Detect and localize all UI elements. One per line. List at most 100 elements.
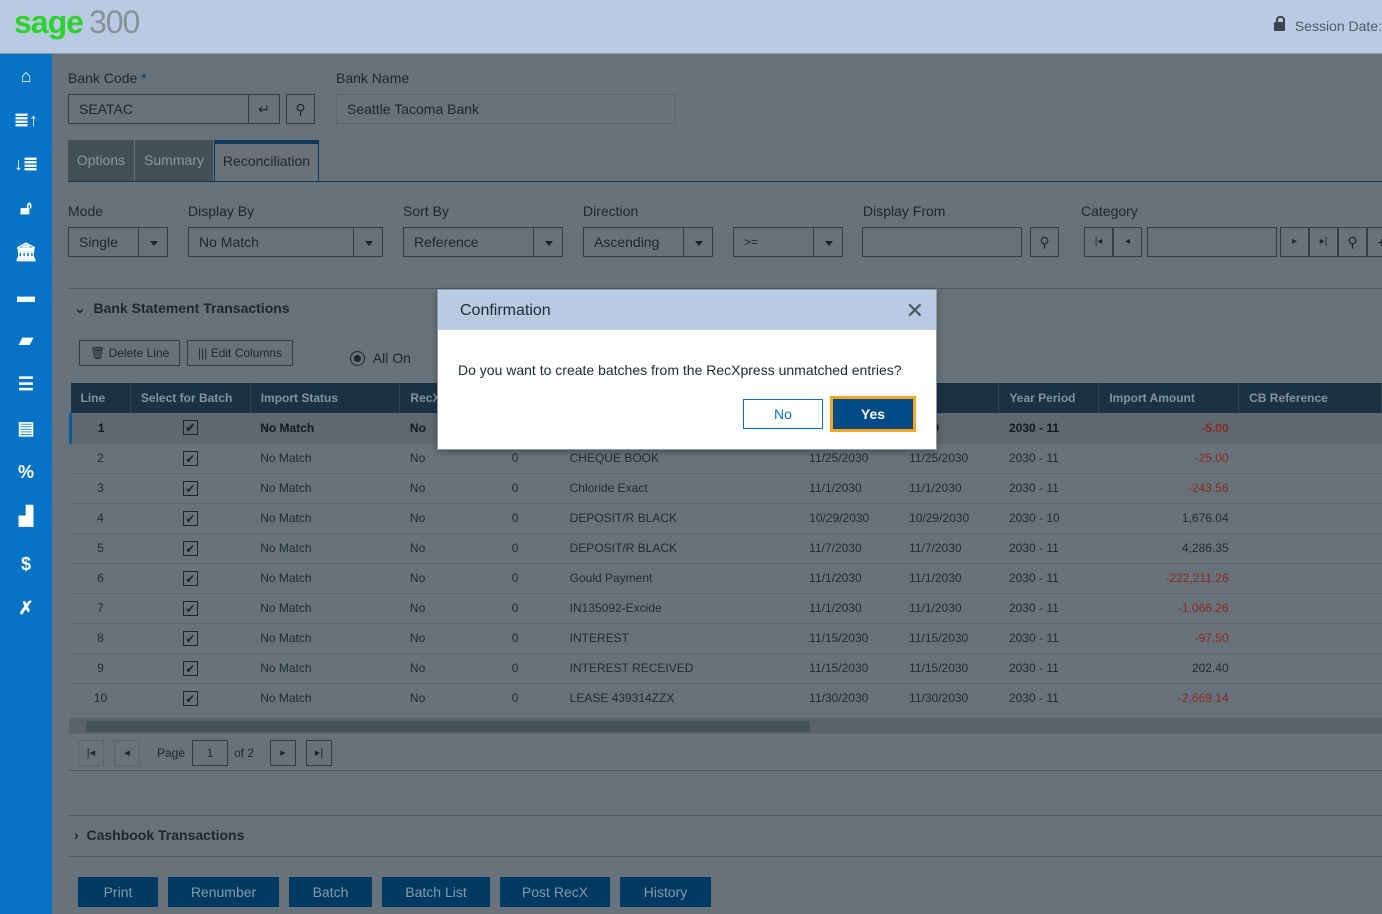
delete-line-button[interactable]: 🗑︎ Delete Line [79, 340, 181, 366]
select-checkbox[interactable]: ✔ [182, 510, 198, 526]
table-cell: No Match [250, 503, 400, 534]
table-cell: 0 [489, 533, 560, 564]
select-checkbox[interactable]: ✔ [182, 420, 198, 436]
edit-columns-button[interactable]: ||| Edit Columns [187, 340, 294, 366]
display-from-input[interactable] [862, 227, 1022, 257]
folder-icon[interactable]: ▰ [0, 318, 52, 362]
percent-icon[interactable]: % [0, 450, 52, 494]
close-icon[interactable]: ✕ [906, 290, 924, 332]
enter-icon[interactable]: ↵ [248, 94, 280, 124]
mode-select[interactable]: Single [68, 227, 168, 257]
search-icon[interactable]: ⚲ [1338, 227, 1367, 257]
table-cell: DEPOSIT/R BLACK [559, 503, 800, 534]
category-input[interactable] [1147, 227, 1277, 257]
select-checkbox[interactable]: ✔ [182, 600, 198, 616]
no-button[interactable]: No [743, 399, 823, 429]
divider [68, 770, 1382, 771]
table-row[interactable]: 7 ✔ No Match No 0 IN135092-Excide 11/1/2030 11/… [70, 593, 1382, 624]
currency-icon[interactable]: $ [0, 542, 52, 586]
select-checkbox[interactable]: ✔ [182, 660, 198, 676]
table-row[interactable]: 8 ✔ No Match No 0 INTEREST 11/15/2030 11/15/203… [70, 623, 1382, 654]
bank-icon[interactable]: 🏛︎ [0, 230, 52, 274]
sort-by-select[interactable]: Reference [403, 227, 563, 257]
table-cell: 10/29/2030 [799, 503, 900, 534]
lock-icon [1273, 16, 1285, 31]
table-cell [1238, 563, 1382, 594]
table-row[interactable]: 3 ✔ No Match No 0 Chloride Exact 11/1/2030 11/1… [70, 473, 1382, 504]
batch-button[interactable]: Batch [289, 877, 372, 907]
next-page-button[interactable]: ▸ [270, 740, 296, 766]
previous-icon[interactable]: ◂ [1113, 227, 1142, 257]
table-row[interactable]: 4 ✔ No Match No 0 DEPOSIT/R BLACK 10/29/2030 10… [70, 503, 1382, 534]
table-cell [1238, 653, 1382, 684]
yes-button[interactable]: Yes [830, 396, 916, 432]
col-select-for-batch[interactable]: Select for Batch [130, 383, 251, 413]
col-import-amount[interactable]: Import Amount [1098, 383, 1240, 413]
post-recx-button[interactable]: Post RecX [500, 877, 610, 907]
first-page-button[interactable]: |◂ [78, 740, 104, 766]
scrollbar-thumb[interactable] [86, 721, 810, 732]
tab-options[interactable]: Options [68, 140, 134, 182]
category-label: Category [1081, 203, 1138, 219]
table-cell: -1,066.26 [1098, 593, 1239, 624]
history-button[interactable]: History [620, 877, 711, 907]
operator-select[interactable]: >= [733, 227, 843, 257]
table-cell: 2 [70, 443, 131, 474]
select-checkbox[interactable]: ✔ [182, 540, 198, 556]
table-cell: 3 [70, 473, 131, 504]
select-checkbox[interactable]: ✔ [182, 570, 198, 586]
table-row[interactable]: 5 ✔ No Match No 0 DEPOSIT/R BLACK 11/7/2030 11/… [70, 533, 1382, 564]
tools-icon[interactable]: ✗ [0, 586, 52, 630]
print-button[interactable]: Print [78, 877, 158, 907]
table-cell: 11/1/2030 [799, 593, 900, 624]
table-cell: No Match [250, 623, 400, 654]
tab-reconciliation[interactable]: Reconciliation [214, 140, 319, 182]
next-icon[interactable]: ▸ [1280, 227, 1309, 257]
import-icon[interactable]: ↓≣ [0, 142, 52, 186]
batch-list-button[interactable]: Batch List [382, 877, 490, 907]
select-checkbox[interactable]: ✔ [182, 480, 198, 496]
lock-icon[interactable]: 🔓︎ [0, 186, 52, 230]
direction-select[interactable]: Ascending [583, 227, 713, 257]
select-checkbox[interactable]: ✔ [182, 690, 198, 706]
tab-summary[interactable]: Summary [135, 140, 213, 182]
last-page-button[interactable]: ▸| [306, 740, 332, 766]
table-cell: ✔ [130, 413, 251, 444]
all-on-radio[interactable]: All On [350, 350, 411, 366]
renumber-button[interactable]: Renumber [168, 877, 279, 907]
sidebar: ⌂ ≣↑ ↓≣ 🔓︎ 🏛︎ ▬ ▰ ☰ ▤ % ▟ $ ✗ [0, 54, 52, 914]
table-cell: 4 [70, 503, 131, 534]
add-icon[interactable]: + [1367, 227, 1382, 257]
table-cell: 2030 - 11 [998, 443, 1099, 474]
prev-page-button[interactable]: ◂ [114, 740, 140, 766]
list-icon[interactable]: ☰ [0, 362, 52, 406]
document-icon[interactable]: ▤ [0, 406, 52, 450]
select-checkbox[interactable]: ✔ [182, 630, 198, 646]
search-icon[interactable]: ⚲ [286, 94, 315, 124]
table-row[interactable]: 9 ✔ No Match No 0 INTEREST RECEIVED 11/15/2030… [70, 653, 1382, 684]
page-input[interactable]: 1 [192, 740, 228, 766]
search-icon[interactable]: ⚲ [1030, 227, 1059, 257]
col-import-status[interactable]: Import Status [250, 383, 401, 413]
table-cell: ✔ [130, 473, 251, 504]
col-line[interactable]: Line [70, 383, 131, 413]
sage-logo: sage 300 [14, 4, 140, 40]
select-checkbox[interactable]: ✔ [182, 450, 198, 466]
table-row[interactable]: 10 ✔ No Match No 0 LEASE 439314ZZX 11/30/2030 1… [70, 683, 1382, 714]
table-row[interactable]: 6 ✔ No Match No 0 Gould Payment 11/1/2030 11/1/… [70, 563, 1382, 594]
briefcase-icon[interactable]: ▬ [0, 274, 52, 318]
home-icon[interactable]: ⌂ [0, 54, 52, 98]
page-count: of 2 [234, 746, 255, 760]
cashbook-header[interactable]: › Cashbook Transactions [68, 827, 1382, 843]
col-year-period[interactable]: Year Period [998, 383, 1100, 413]
first-icon[interactable]: |◂ [1084, 227, 1113, 257]
table-cell: No [399, 593, 490, 624]
table-cell: Chloride Exact [559, 473, 800, 504]
table-cell: 7 [70, 593, 131, 624]
bank-name-label: Bank Name [336, 70, 410, 86]
col-cb-reference[interactable]: CB Reference [1238, 383, 1382, 413]
chart-icon[interactable]: ▟ [0, 494, 52, 538]
display-by-select[interactable]: No Match [188, 227, 383, 257]
last-icon[interactable]: ▸| [1309, 227, 1338, 257]
export-icon[interactable]: ≣↑ [0, 98, 52, 142]
